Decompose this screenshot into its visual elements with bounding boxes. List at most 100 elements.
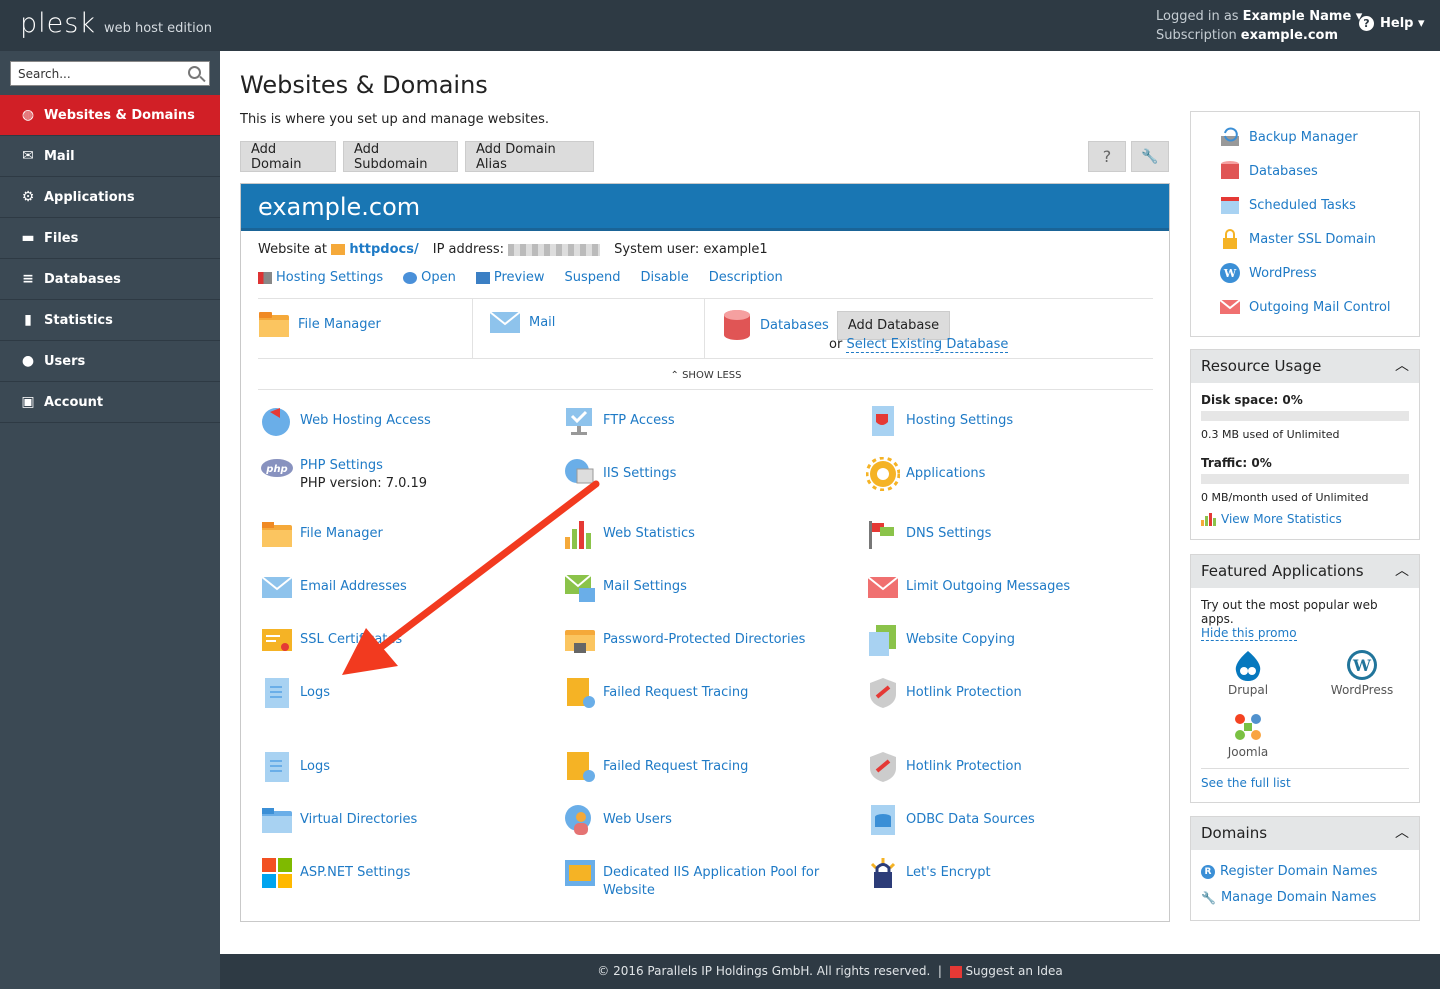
help-menu[interactable]: ? Help ▾ — [1359, 16, 1425, 31]
tool-label[interactable]: ASP.NET Settings — [300, 865, 410, 880]
tool-label[interactable]: Let's Encrypt — [906, 865, 991, 880]
tool-label[interactable]: DNS Settings — [906, 526, 991, 541]
tool-hotlink-protection[interactable]: Hotlink Protection — [866, 676, 1156, 710]
tool-php-settings[interactable]: php PHP Settings PHP version: 7.0.19 — [260, 457, 550, 493]
help-button[interactable]: ? — [1088, 141, 1126, 172]
add-subdomain-button[interactable]: Add Subdomain — [343, 141, 458, 172]
search-input[interactable]: Search... — [10, 61, 210, 86]
tool-label[interactable]: Dedicated IIS Application Pool for Websi… — [603, 865, 819, 898]
tool-logs[interactable]: Logs — [260, 750, 550, 784]
tool-web-hosting-access[interactable]: Web Hosting Access — [260, 404, 550, 438]
tool-label[interactable]: Limit Outgoing Messages — [906, 579, 1070, 594]
link-master-ssl[interactable]: Master SSL Domain — [1219, 228, 1376, 250]
tool-website-copying[interactable]: Website Copying — [866, 623, 1156, 657]
tool-aspnet-settings[interactable]: ASP.NET Settings — [260, 856, 550, 890]
tool-label[interactable]: Mail Settings — [603, 579, 687, 594]
tool-failed-request-tracing[interactable]: Failed Request Tracing — [563, 750, 853, 784]
search-icon[interactable] — [188, 66, 201, 79]
app-wordpress[interactable]: W WordPress — [1327, 649, 1397, 697]
add-domain-alias-button[interactable]: Add Domain Alias — [465, 141, 594, 172]
register-domain-link[interactable]: Register Domain Names — [1220, 864, 1377, 879]
plesk-logo[interactable]: plesk web host edition — [20, 8, 212, 39]
sidebar-item-statistics[interactable]: ▮ Statistics — [0, 300, 220, 341]
link-label[interactable]: Outgoing Mail Control — [1249, 300, 1391, 315]
quick-file-manager-label[interactable]: File Manager — [298, 317, 381, 332]
tool-dedicated-iis-pool[interactable]: Dedicated IIS Application Pool for Websi… — [563, 856, 853, 900]
sidebar-item-files[interactable]: ▬ Files — [0, 218, 220, 259]
tool-virtual-directories[interactable]: Virtual Directories — [260, 803, 550, 837]
suspend-link[interactable]: Suspend — [565, 270, 621, 285]
view-more-statistics-link[interactable]: View More Statistics — [1221, 512, 1342, 526]
tool-label[interactable]: Failed Request Tracing — [603, 685, 748, 700]
preview-link[interactable]: Preview — [494, 270, 545, 285]
select-existing-database-link[interactable]: Select Existing Database — [846, 337, 1009, 353]
add-database-button[interactable]: Add Database — [836, 310, 951, 340]
tool-label[interactable]: Hotlink Protection — [906, 759, 1022, 774]
link-label[interactable]: WordPress — [1249, 266, 1317, 281]
sidebar-item-websites-domains[interactable]: ◍ Websites & Domains — [0, 95, 220, 136]
chevron-up-icon[interactable]: ︿ — [1395, 350, 1409, 383]
link-label[interactable]: Scheduled Tasks — [1249, 198, 1356, 213]
tool-ftp-access[interactable]: FTP Access — [563, 404, 853, 438]
tool-failed-request-tracing[interactable]: Failed Request Tracing — [563, 676, 853, 710]
sidebar-item-account[interactable]: ▣ Account — [0, 382, 220, 423]
chevron-up-icon[interactable]: ︿ — [1395, 817, 1409, 850]
domains-header[interactable]: Domains ︿ — [1191, 817, 1419, 850]
suggest-idea-link[interactable]: Suggest an Idea — [949, 964, 1063, 978]
view-more-statistics[interactable]: View More Statistics — [1201, 512, 1409, 526]
tool-label[interactable]: ODBC Data Sources — [906, 812, 1035, 827]
app-drupal[interactable]: Drupal — [1213, 649, 1283, 697]
manage-domain-link[interactable]: Manage Domain Names — [1221, 890, 1376, 905]
link-outgoing-mail[interactable]: Outgoing Mail Control — [1219, 296, 1391, 318]
manage-domain-names[interactable]: 🔧 Manage Domain Names — [1201, 890, 1376, 905]
tool-ssl-certificates[interactable]: SSL Certificates — [260, 623, 550, 657]
tool-hotlink-protection[interactable]: Hotlink Protection — [866, 750, 1156, 784]
tool-label[interactable]: FTP Access — [603, 413, 675, 428]
tool-label[interactable]: Failed Request Tracing — [603, 759, 748, 774]
hide-promo-link[interactable]: Hide this promo — [1201, 626, 1297, 641]
tool-label[interactable]: Web Hosting Access — [300, 413, 431, 428]
tool-label[interactable]: Password-Protected Directories — [603, 632, 805, 647]
link-backup-manager[interactable]: Backup Manager — [1219, 126, 1358, 148]
tool-web-statistics[interactable]: Web Statistics — [563, 517, 853, 551]
tool-label[interactable]: Web Users — [603, 812, 672, 827]
tool-label[interactable]: Website Copying — [906, 632, 1015, 647]
link-label[interactable]: Databases — [1249, 164, 1318, 179]
link-label[interactable]: Backup Manager — [1249, 130, 1358, 145]
register-domain-names[interactable]: R Register Domain Names — [1201, 864, 1377, 879]
hosting-settings-link[interactable]: Hosting Settings — [276, 270, 383, 285]
sidebar-item-applications[interactable]: ⚙ Applications — [0, 177, 220, 218]
tool-label[interactable]: Hosting Settings — [906, 413, 1013, 428]
tool-label[interactable]: Hotlink Protection — [906, 685, 1022, 700]
link-label[interactable]: Master SSL Domain — [1249, 232, 1376, 247]
resource-usage-header[interactable]: Resource Usage ︿ — [1191, 350, 1419, 383]
tool-email-addresses[interactable]: Email Addresses — [260, 570, 550, 604]
settings-button[interactable]: 🔧 — [1131, 141, 1169, 172]
tool-web-users[interactable]: Web Users — [563, 803, 853, 837]
subscription-menu[interactable]: example.com — [1241, 28, 1338, 43]
tool-iis-settings[interactable]: IIS Settings — [563, 457, 853, 491]
quick-file-manager[interactable]: File Manager — [258, 309, 381, 339]
tool-dns-settings[interactable]: DNS Settings — [866, 517, 1156, 551]
quick-mail[interactable]: Mail — [489, 309, 555, 335]
quick-mail-label[interactable]: Mail — [529, 315, 555, 330]
tool-label[interactable]: Email Addresses — [300, 579, 407, 594]
tool-label[interactable]: PHP Settings — [300, 458, 383, 473]
description-link[interactable]: Description — [709, 270, 783, 285]
tool-label[interactable]: Virtual Directories — [300, 812, 417, 827]
tool-label[interactable]: Logs — [300, 685, 330, 700]
tool-label[interactable]: File Manager — [300, 526, 383, 541]
tool-applications[interactable]: Applications — [866, 457, 1156, 491]
user-menu[interactable]: Example Name ▾ — [1243, 9, 1363, 24]
httpdocs-link[interactable]: httpdocs/ — [349, 242, 418, 257]
tool-hosting-settings[interactable]: Hosting Settings — [866, 404, 1156, 438]
link-wordpress[interactable]: W WordPress — [1219, 262, 1317, 284]
open-link[interactable]: Open — [421, 270, 456, 285]
sidebar-item-mail[interactable]: ✉ Mail — [0, 136, 220, 177]
sidebar-item-users[interactable]: ● Users — [0, 341, 220, 382]
app-joomla[interactable]: Joomla — [1213, 711, 1283, 759]
link-scheduled-tasks[interactable]: Scheduled Tasks — [1219, 194, 1356, 216]
tool-label[interactable]: SSL Certificates — [300, 632, 402, 647]
tool-label[interactable]: Applications — [906, 466, 985, 481]
disable-link[interactable]: Disable — [641, 270, 689, 285]
